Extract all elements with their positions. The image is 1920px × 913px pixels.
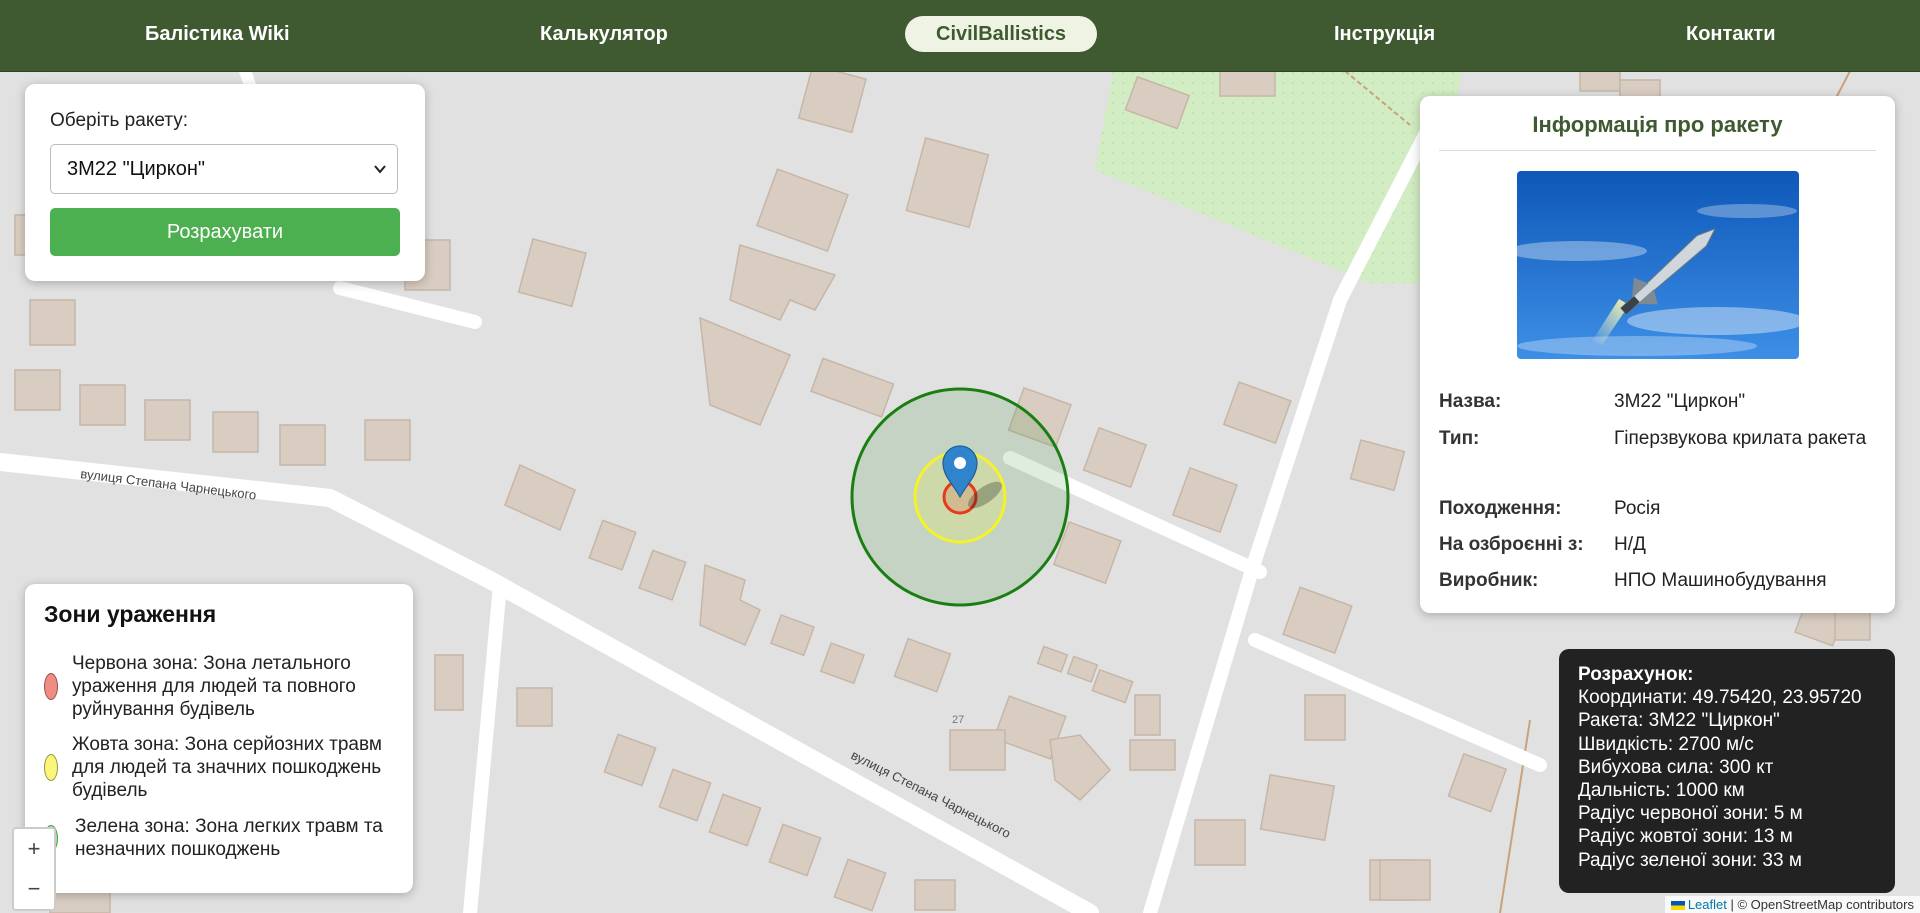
missile-select-value: 3М22 "Циркон" bbox=[67, 158, 206, 180]
attribution-text: | © OpenStreetMap contributors bbox=[1730, 897, 1915, 912]
missile-selector-panel: Оберіть ракету: 3М22 "Циркон" Розрахуват… bbox=[25, 84, 425, 281]
nav-civilballistics[interactable]: CivilBallistics bbox=[905, 16, 1098, 52]
result-green-radius: Радіус зеленої зони: 33 м bbox=[1578, 849, 1802, 871]
missile-select[interactable]: 3М22 "Циркон" bbox=[50, 144, 398, 194]
ukraine-flag-icon bbox=[1670, 901, 1685, 911]
nav-contacts[interactable]: Контакти bbox=[1686, 16, 1776, 52]
red-zone-icon bbox=[44, 673, 58, 700]
result-title: Розрахунок: bbox=[1578, 664, 1694, 685]
legend-text: Зелена зона: Зона легких травм та незнач… bbox=[75, 816, 383, 860]
chevron-down-icon bbox=[373, 145, 387, 213]
info-value: Н/Д bbox=[1614, 534, 1646, 555]
missile-image bbox=[1517, 171, 1799, 359]
result-red-radius: Радіус червоної зони: 5 м bbox=[1578, 803, 1803, 825]
info-value: НПО Машинобудування bbox=[1614, 570, 1827, 591]
result-speed: Швидкість: 2700 м/с bbox=[1578, 733, 1754, 755]
nav-calculator[interactable]: Калькулятор bbox=[540, 16, 668, 52]
nav-ballistics-wiki[interactable]: Балістика Wiki bbox=[145, 16, 290, 52]
missile-info-panel: Інформація про ракету Назва: 3М22 "Цирко… bbox=[1420, 96, 1895, 613]
map-attribution: Leaflet | © OpenStreetMap contributors bbox=[1664, 896, 1920, 913]
result-yellow-radius: Радіус жовтої зони: 13 м bbox=[1578, 826, 1793, 848]
nav-instructions[interactable]: Інструкція bbox=[1334, 16, 1435, 52]
map-zoom-control: + − bbox=[12, 827, 56, 911]
info-key: Назва: bbox=[1439, 391, 1502, 412]
info-key: Виробник: bbox=[1439, 570, 1539, 591]
info-value: Росія bbox=[1614, 498, 1661, 519]
result-missile: Ракета: 3М22 "Циркон" bbox=[1578, 710, 1780, 732]
info-title: Інформація про ракету bbox=[1532, 112, 1783, 137]
missile-select-label: Оберіть ракету: bbox=[50, 110, 188, 131]
legend-text: Жовта зона: Зона серйозних травм для люд… bbox=[72, 734, 382, 801]
leaflet-link[interactable]: Leaflet bbox=[1688, 897, 1727, 912]
yellow-zone-icon bbox=[44, 754, 58, 781]
info-key: Походження: bbox=[1439, 498, 1562, 519]
house-number: 27 bbox=[952, 714, 964, 726]
calculation-result-panel: Розрахунок: Координати: 49.75420, 23.957… bbox=[1559, 649, 1895, 893]
legend-text: Червона зона: Зона летального ураження д… bbox=[72, 653, 356, 720]
zoom-in-button[interactable]: + bbox=[14, 829, 54, 869]
info-value: 3М22 "Циркон" bbox=[1614, 391, 1746, 412]
info-divider bbox=[1439, 150, 1876, 151]
info-key: На озброєнні з: bbox=[1439, 534, 1584, 555]
info-value: Гіперзвукова крилата ракета bbox=[1614, 428, 1867, 449]
result-range: Дальність: 1000 км bbox=[1578, 780, 1745, 802]
top-navigation: Балістика Wiki Калькулятор CivilBallisti… bbox=[0, 0, 1920, 72]
damage-zones-legend: Зони ураження Червона зона: Зона летальн… bbox=[25, 584, 413, 893]
result-yield: Вибухова сила: 300 кт bbox=[1578, 756, 1774, 778]
result-coordinates: Координати: 49.75420, 23.95720 bbox=[1578, 687, 1862, 709]
zoom-out-button[interactable]: − bbox=[14, 869, 54, 909]
calculate-button[interactable]: Розрахувати bbox=[50, 208, 400, 256]
legend-title: Зони ураження bbox=[44, 601, 217, 627]
info-key: Тип: bbox=[1439, 428, 1480, 449]
